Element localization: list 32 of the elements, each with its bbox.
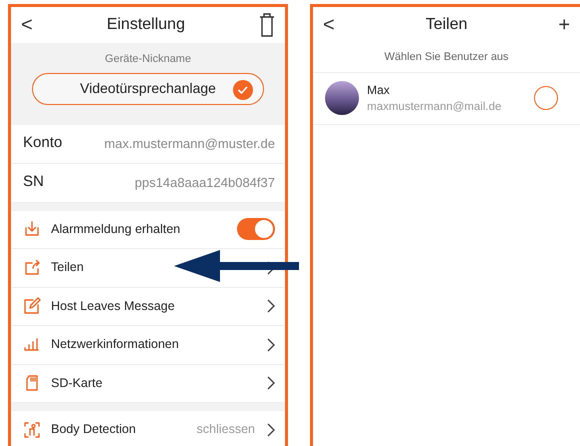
add-button[interactable]: + [558,15,570,35]
avatar-image [325,81,359,116]
body-detection-icon [23,420,41,439]
chevron-right-icon [265,375,275,392]
user-email: maxmustermann@mail.de [367,100,502,114]
edit-icon [23,297,41,316]
toggle-switch[interactable] [237,218,275,240]
info-label: Konto [23,133,62,154]
chevron-right-icon [265,336,275,353]
info-value: max.mustermann@muster.de [104,134,275,153]
back-button[interactable]: < [323,15,335,35]
share-icon [23,258,41,277]
instruction-text: Wählen Sie Benutzer aus [313,43,580,72]
screen-title: Teilen [426,15,468,35]
info-value: pps14a8aaa124b084f37 [134,174,275,192]
settings-row[interactable]: Body Detection schliessen [11,411,285,446]
chevron-right-icon [265,298,275,314]
trash-icon [259,13,275,37]
settings-row[interactable]: Netzwerkinformationen [11,326,285,364]
screen-title: Einstellung [106,15,185,35]
settings-row[interactable]: Host Leaves Message [11,288,285,326]
info-label: SN [23,172,44,192]
setting-value: schliessen [196,421,255,438]
radio-button[interactable] [534,86,558,110]
user-name: Max [367,82,391,98]
user-row[interactable]: Max maxmustermann@mail.de [313,72,580,125]
download-icon [23,220,41,238]
nickname-label: Geräte-Nickname [104,52,192,67]
settings-row[interactable]: Alarmmeldung erhalten [11,210,285,249]
chevron-right-icon [265,422,275,438]
nickname-field[interactable]: Videotürsprechanlage [32,72,264,104]
back-button[interactable]: < [21,15,33,35]
